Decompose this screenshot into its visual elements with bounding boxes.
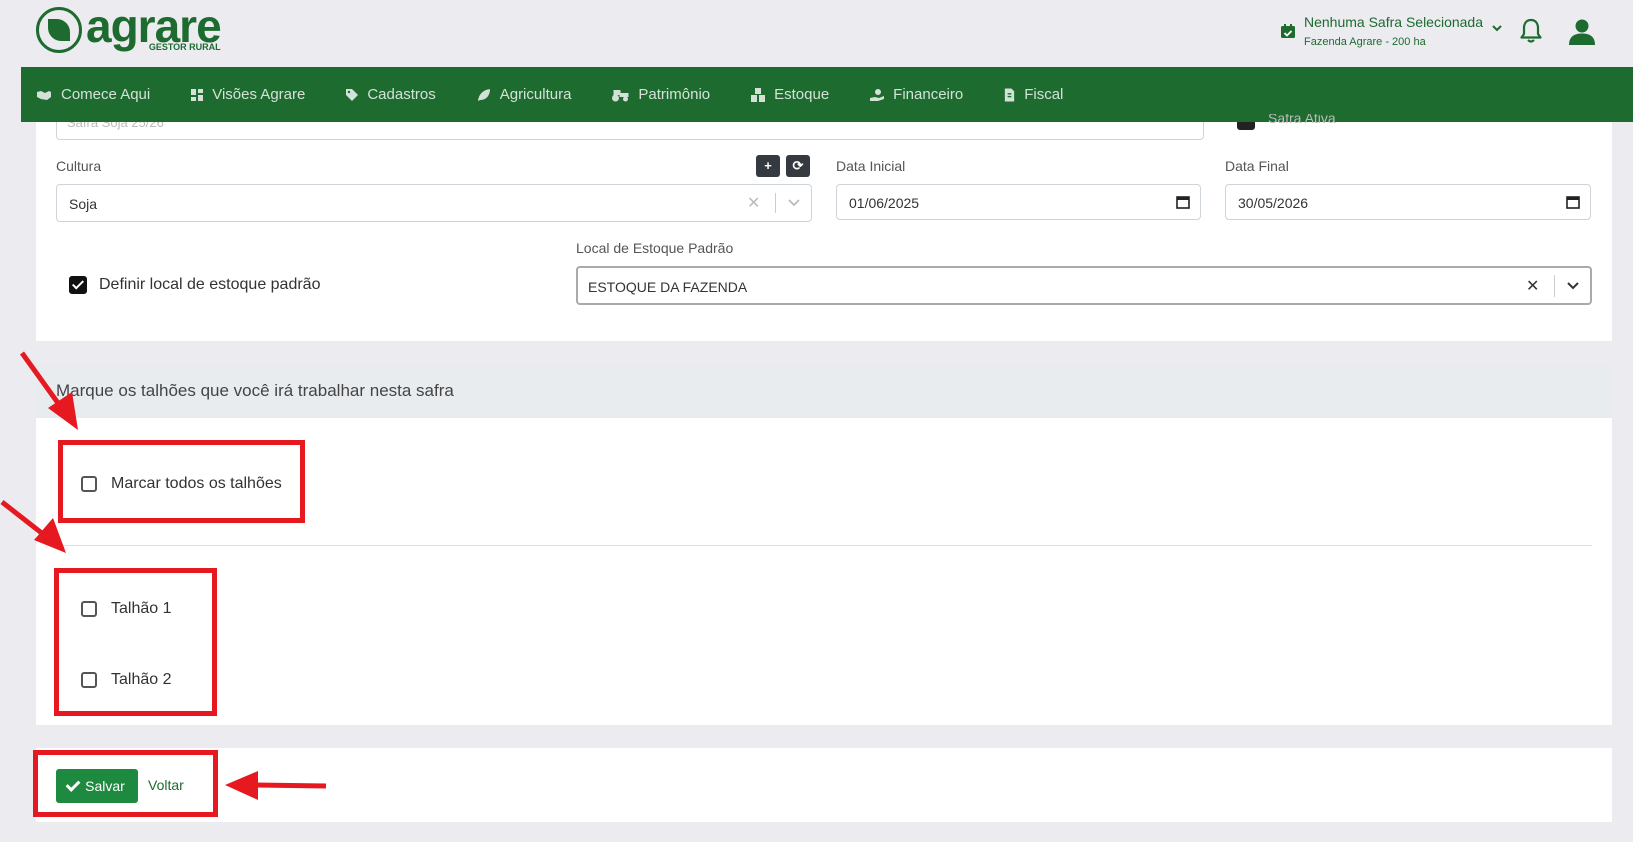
talhao-1-checkbox[interactable] <box>81 601 97 617</box>
nav-label: Fiscal <box>1024 86 1064 103</box>
leaf-icon <box>477 88 490 101</box>
boxes-icon <box>751 87 766 102</box>
definir-estoque-label: Definir local de estoque padrão <box>99 276 321 293</box>
talhoes-card-body <box>36 418 1612 725</box>
leaf-logo-icon <box>36 7 82 53</box>
talhoes-heading: Marque os talhões que você irá trabalhar… <box>56 381 454 400</box>
data-inicial-label: Data Inicial <box>836 158 906 174</box>
nav-cadastros[interactable]: Cadastros <box>345 86 436 103</box>
calendar-check-icon <box>1281 24 1295 38</box>
local-estoque-select[interactable]: ESTOQUE DA FAZENDA ✕ <box>576 266 1592 305</box>
select-separator <box>1554 275 1555 297</box>
chevron-down-icon[interactable] <box>787 197 801 209</box>
nav-agricultura[interactable]: Agricultura <box>476 86 572 103</box>
refresh-cultura-button[interactable]: ⟳ <box>786 155 810 177</box>
definir-estoque-checkbox[interactable] <box>69 276 87 294</box>
nav-financeiro[interactable]: Financeiro <box>869 86 963 103</box>
cultura-select[interactable]: Soja ✕ <box>56 184 812 222</box>
bell-icon[interactable] <box>1519 18 1543 44</box>
data-final-input[interactable]: 30/05/2026 <box>1225 184 1591 220</box>
nav-fiscal[interactable]: Fiscal <box>1003 86 1063 103</box>
data-inicial-value: 01/06/2025 <box>849 195 920 211</box>
talhao-2-label: Talhão 2 <box>111 671 172 688</box>
clear-icon[interactable]: ✕ <box>1526 276 1539 296</box>
actions-card <box>36 748 1612 822</box>
check-icon <box>65 777 81 792</box>
nav-estoque[interactable]: Estoque <box>750 86 829 103</box>
handshake-icon <box>37 90 51 100</box>
select-all-talhoes-checkbox[interactable] <box>81 476 97 492</box>
agrare-logo[interactable]: agrare GESTOR RURAL <box>36 3 222 53</box>
nav-visoes-agrare[interactable]: Visões Agrare <box>190 86 305 103</box>
nav-label: Financeiro <box>893 86 964 103</box>
nav-label: Visões Agrare <box>212 86 306 103</box>
farm-name: Fazenda Agrare - 200 ha <box>1304 36 1426 48</box>
safra-title: Nenhuma Safra Selecionada <box>1304 14 1484 30</box>
divider <box>56 545 1592 546</box>
tractor-icon <box>612 89 629 101</box>
calendar-icon[interactable] <box>1176 195 1190 209</box>
invoice-icon <box>1005 88 1015 101</box>
add-cultura-button[interactable]: + <box>756 155 780 177</box>
safra-form-card <box>36 122 1612 341</box>
safra-ativa-label: Safra Ativa <box>1268 114 1336 126</box>
save-button[interactable]: Salvar <box>56 769 138 803</box>
select-all-talhoes-label: Marcar todos os talhões <box>111 475 282 492</box>
dashboard-icon <box>191 88 204 101</box>
data-final-label: Data Final <box>1225 158 1289 174</box>
nav-label: Patrimônio <box>638 86 711 103</box>
chevron-down-icon[interactable] <box>1566 280 1580 292</box>
calendar-icon[interactable] <box>1566 195 1580 209</box>
nav-label: Cadastros <box>367 86 436 103</box>
data-inicial-input[interactable]: 01/06/2025 <box>836 184 1201 220</box>
cultura-value: Soja <box>69 196 98 212</box>
data-final-value: 30/05/2026 <box>1238 195 1309 211</box>
nav-label: Comece Aqui <box>61 86 151 103</box>
talhao-2-checkbox[interactable] <box>81 672 97 688</box>
local-estoque-value: ESTOQUE DA FAZENDA <box>588 279 748 295</box>
main-navigation: Comece Aqui Visões Agrare Cadastros Agri… <box>21 67 1633 122</box>
nav-label: Estoque <box>774 86 830 103</box>
cultura-label: Cultura <box>56 158 102 174</box>
clear-icon[interactable]: ✕ <box>747 193 760 213</box>
safra-selector[interactable]: Nenhuma Safra Selecionada Fazenda Agrare… <box>1280 14 1503 48</box>
talhoes-card-header: Marque os talhões que você irá trabalhar… <box>36 365 1612 418</box>
safra-ativa-checkbox[interactable] <box>1237 122 1255 130</box>
nav-label: Agricultura <box>499 86 572 103</box>
save-label: Salvar <box>85 778 125 794</box>
chevron-down-icon <box>1492 25 1502 32</box>
user-avatar-icon[interactable] <box>1568 18 1596 46</box>
back-link[interactable]: Voltar <box>148 777 184 793</box>
hand-money-icon <box>870 88 885 101</box>
select-separator <box>775 193 776 213</box>
local-estoque-label: Local de Estoque Padrão <box>576 240 734 256</box>
talhao-1-label: Talhão 1 <box>111 600 172 617</box>
tag-icon <box>346 88 359 101</box>
nav-patrimonio[interactable]: Patrimônio <box>611 86 710 103</box>
nav-comece-aqui[interactable]: Comece Aqui <box>35 86 150 103</box>
